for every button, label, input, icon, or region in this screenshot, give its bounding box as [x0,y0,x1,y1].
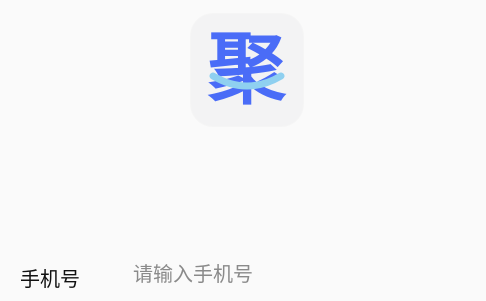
app-logo-icon: 聚 [207,25,286,115]
phone-input[interactable] [133,258,453,290]
app-logo: 聚 [191,14,303,126]
phone-label: 手机号 [20,267,80,291]
phone-field-row: 手机号 [0,250,486,301]
